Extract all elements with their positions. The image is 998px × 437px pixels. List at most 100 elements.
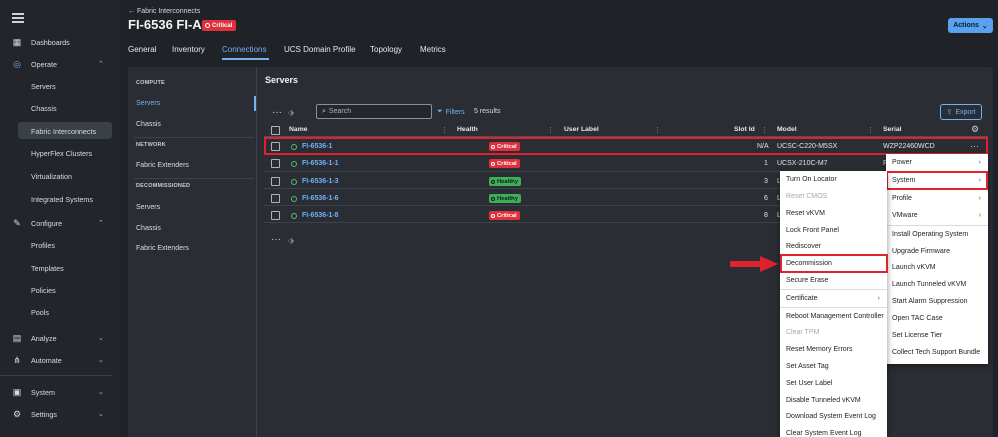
column-header-slot-id[interactable]: Slot Id bbox=[734, 126, 755, 133]
menu-item-launch-tunneled-vkvm[interactable]: Launch Tunneled vKVM bbox=[886, 276, 988, 293]
nav-fabric-interconnects[interactable]: Fabric Interconnects bbox=[31, 127, 96, 136]
menu-item-label: Reset Memory Errors bbox=[786, 346, 853, 353]
column-resize-handle[interactable]: ⋮ bbox=[761, 126, 768, 134]
server-status-icon bbox=[291, 213, 297, 219]
menu-item-vmware[interactable]: VMware › bbox=[886, 207, 988, 224]
column-resize-handle[interactable]: ⋮ bbox=[441, 126, 448, 134]
leftnav-fabric-extenders[interactable]: Fabric Extenders bbox=[136, 162, 189, 169]
filters-button[interactable]: ⏷ Filters bbox=[437, 108, 465, 116]
server-name-link[interactable]: FI-6536-1-1 bbox=[302, 160, 339, 167]
menu-item-set-asset-tag[interactable]: Set Asset Tag bbox=[780, 358, 887, 375]
search-icon: ⌕ bbox=[322, 107, 326, 115]
nav-templates[interactable]: Templates bbox=[31, 264, 64, 273]
active-tab-underline bbox=[222, 58, 269, 60]
menu-item-start-alarm-suppression[interactable]: Start Alarm Suppression bbox=[886, 293, 988, 310]
decommissioned-heading: DECOMMISSIONED bbox=[136, 183, 191, 189]
tab-metrics[interactable]: Metrics bbox=[420, 45, 446, 54]
menu-item-label: Reset vKVM bbox=[786, 210, 825, 217]
column-resize-handle[interactable]: ⋮ bbox=[547, 126, 554, 134]
menu-item-power[interactable]: Power › bbox=[886, 154, 988, 171]
tab-connections[interactable]: Connections bbox=[222, 45, 266, 54]
nav-pools[interactable]: Pools bbox=[31, 308, 49, 317]
menu-item-download-sel[interactable]: Download System Event Log bbox=[780, 408, 887, 425]
menu-item-secure-erase[interactable]: Secure Erase bbox=[780, 272, 887, 289]
hamburger-menu-icon[interactable] bbox=[12, 13, 24, 23]
menu-item-label: Launch vKVM bbox=[892, 264, 936, 271]
nav-servers[interactable]: Servers bbox=[31, 82, 56, 91]
nav-analyze[interactable]: ▤ Analyze ⌄ bbox=[0, 328, 120, 348]
nav-dashboards[interactable]: ▦ Dashboards bbox=[0, 32, 120, 52]
select-all-checkbox[interactable] bbox=[271, 126, 280, 135]
menu-item-open-tac-case[interactable]: Open TAC Case bbox=[886, 310, 988, 327]
menu-item-launch-vkvm[interactable]: Launch vKVM bbox=[886, 259, 988, 276]
menu-item-set-license-tier[interactable]: Set License Tier bbox=[886, 327, 988, 344]
actions-button[interactable]: Actions ⌄ bbox=[948, 18, 993, 33]
server-name-link[interactable]: FI-6536-1-8 bbox=[302, 212, 339, 219]
breadcrumb-back-link[interactable]: ← Fabric Interconnects bbox=[128, 8, 200, 15]
nav-hyperflex-clusters[interactable]: HyperFlex Clusters bbox=[31, 149, 92, 158]
leftnav-decom-fabric-extenders[interactable]: Fabric Extenders bbox=[136, 245, 189, 252]
more-actions-icon[interactable]: ··· bbox=[271, 234, 281, 245]
row-checkbox[interactable] bbox=[271, 194, 280, 203]
leftnav-decom-servers[interactable]: Servers bbox=[136, 204, 160, 211]
leftnav-divider bbox=[134, 137, 254, 138]
nav-automate[interactable]: ⋔ Automate ⌄ bbox=[0, 350, 120, 370]
nav-system[interactable]: ▣ System ⌄ bbox=[0, 382, 120, 402]
tab-general[interactable]: General bbox=[128, 45, 156, 54]
server-name-link[interactable]: FI-6536-1-6 bbox=[302, 195, 339, 202]
leftnav-decom-chassis[interactable]: Chassis bbox=[136, 225, 161, 232]
search-field[interactable]: ⌕ bbox=[316, 104, 432, 119]
menu-item-certificate[interactable]: Certificate › bbox=[780, 290, 887, 307]
column-header-name[interactable]: Name bbox=[289, 126, 308, 133]
tag-icon[interactable]: ⬗ bbox=[288, 236, 294, 245]
nav-configure[interactable]: ✎ Configure ⌃ bbox=[0, 213, 120, 233]
column-header-serial[interactable]: Serial bbox=[883, 126, 902, 133]
menu-item-set-user-label[interactable]: Set User Label bbox=[780, 375, 887, 392]
nav-operate[interactable]: ◎ Operate ⌃ bbox=[0, 54, 120, 74]
menu-item-rediscover[interactable]: Rediscover bbox=[780, 238, 887, 255]
system-submenu: Turn On Locator Reset CMOS Reset vKVM Lo… bbox=[780, 171, 887, 437]
search-input[interactable] bbox=[328, 108, 419, 115]
nav-integrated-systems[interactable]: Integrated Systems bbox=[31, 195, 93, 204]
tab-inventory[interactable]: Inventory bbox=[172, 45, 205, 54]
column-resize-handle[interactable]: ⋮ bbox=[654, 126, 661, 134]
menu-item-reset-vkvm[interactable]: Reset vKVM bbox=[780, 205, 887, 222]
nav-virtualization[interactable]: Virtualization bbox=[31, 172, 72, 181]
menu-item-clear-sel[interactable]: Clear System Event Log bbox=[780, 425, 887, 437]
chevron-down-icon: ⌄ bbox=[98, 357, 104, 364]
dashboard-icon: ▦ bbox=[12, 37, 22, 47]
leftnav-compute-chassis[interactable]: Chassis bbox=[136, 121, 161, 128]
export-label: Export bbox=[955, 108, 976, 116]
menu-item-upgrade-firmware[interactable]: Upgrade Firmware bbox=[886, 243, 988, 260]
column-header-model[interactable]: Model bbox=[777, 126, 797, 133]
system-item-highlight bbox=[886, 171, 988, 190]
column-header-user-label[interactable]: User Label bbox=[564, 126, 599, 133]
menu-item-lock-front-panel[interactable]: Lock Front Panel bbox=[780, 222, 887, 239]
wrench-icon: ✎ bbox=[13, 218, 21, 228]
row-checkbox[interactable] bbox=[271, 211, 280, 220]
menu-item-turn-on-locator[interactable]: Turn On Locator bbox=[780, 171, 887, 188]
menu-item-reset-memory-errors[interactable]: Reset Memory Errors bbox=[780, 341, 887, 358]
tag-icon[interactable]: ⬗ bbox=[288, 108, 294, 117]
nav-chassis[interactable]: Chassis bbox=[31, 104, 57, 113]
menu-item-install-os[interactable]: Install Operating System bbox=[886, 226, 988, 243]
row-checkbox[interactable] bbox=[271, 159, 280, 168]
column-resize-handle[interactable]: ⋮ bbox=[867, 126, 874, 134]
export-button[interactable]: ⇪ Export bbox=[940, 104, 982, 120]
nav-settings[interactable]: ⚙ Settings ⌄ bbox=[0, 404, 120, 424]
column-header-health[interactable]: Health bbox=[457, 126, 478, 133]
tab-ucs-domain-profile[interactable]: UCS Domain Profile bbox=[284, 45, 356, 54]
menu-item-reboot-management-controller[interactable]: Reboot Management Controller bbox=[780, 308, 887, 325]
row-checkbox[interactable] bbox=[271, 177, 280, 186]
nav-profiles[interactable]: Profiles bbox=[31, 241, 55, 250]
menu-item-collect-tech-support[interactable]: Collect Tech Support Bundle bbox=[886, 344, 988, 361]
more-actions-icon[interactable]: ··· bbox=[272, 107, 282, 118]
table-settings-gear-icon[interactable]: ⚙ bbox=[971, 124, 979, 135]
menu-item-profile[interactable]: Profile › bbox=[886, 190, 988, 207]
table-row[interactable] bbox=[264, 155, 988, 172]
tab-topology[interactable]: Topology bbox=[370, 45, 402, 54]
menu-item-disable-tunneled-vkvm[interactable]: Disable Tunneled vKVM bbox=[780, 392, 887, 409]
leftnav-compute-servers[interactable]: Servers bbox=[136, 100, 160, 107]
server-name-link[interactable]: FI-6536-1-3 bbox=[302, 178, 339, 185]
nav-policies[interactable]: Policies bbox=[31, 286, 56, 295]
